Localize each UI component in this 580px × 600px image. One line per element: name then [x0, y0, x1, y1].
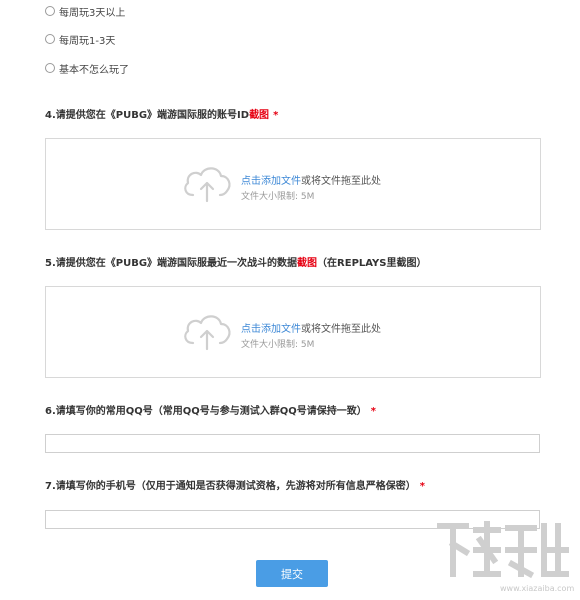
file-size-limit: 文件大小限制: 5M — [241, 340, 315, 350]
radio-option-3plus-days[interactable]: 每周玩3天以上 — [45, 4, 126, 19]
question-7-label: 7.请填写你的手机号（仅用于通知是否获得测试资格，先游将对所有信息严格保密） * — [45, 477, 425, 492]
watermark-logo — [437, 521, 569, 579]
file-size-limit: 文件大小限制: 5M — [241, 192, 315, 202]
radio-button[interactable] — [45, 63, 55, 73]
question-6-text: 6.请填写你的常用QQ号（常用QQ号与参与测试入群QQ号请保持一致） — [45, 406, 367, 417]
radio-label: 每周玩1-3天 — [59, 35, 116, 47]
question-4-text: 4.请提供您在《PUBG》端游国际服的账号ID — [45, 110, 250, 121]
question-6-label: 6.请填写你的常用QQ号（常用QQ号与参与测试入群QQ号请保持一致） * — [45, 402, 376, 417]
question-5-highlight: 截图 — [297, 258, 318, 269]
question-4-label: 4.请提供您在《PUBG》端游国际服的账号ID截图 * — [45, 106, 278, 121]
qq-number-input[interactable] — [45, 434, 540, 453]
question-5-label: 5.请提供您在《PUBG》端游国际服最近一次战斗的数据截图（在REPLAYS里截… — [45, 254, 427, 269]
question-7-text: 7.请填写你的手机号（仅用于通知是否获得测试资格，先游将对所有信息严格保密） — [45, 481, 416, 492]
upload-dropzone-battle-data[interactable]: 点击添加文件或将文件拖至此处 文件大小限制: 5M — [45, 286, 541, 378]
radio-label: 基本不怎么玩了 — [59, 64, 129, 76]
upload-instruction: 点击添加文件或将文件拖至此处 — [241, 172, 381, 187]
watermark-site-url: www.xiazaiba.com — [500, 584, 575, 593]
submit-button[interactable]: 提交 — [256, 560, 328, 587]
radio-button[interactable] — [45, 34, 55, 44]
add-file-link[interactable]: 点击添加文件 — [241, 176, 301, 187]
required-mark: * — [419, 481, 425, 492]
drag-hint: 或将文件拖至此处 — [301, 176, 381, 187]
radio-option-1-3-days[interactable]: 每周玩1-3天 — [45, 32, 116, 47]
radio-option-rarely[interactable]: 基本不怎么玩了 — [45, 61, 129, 76]
upload-dropzone-account-id[interactable]: 点击添加文件或将文件拖至此处 文件大小限制: 5M — [45, 138, 541, 230]
upload-instruction: 点击添加文件或将文件拖至此处 — [241, 320, 381, 335]
cloud-upload-icon — [184, 167, 231, 203]
question-5-text: 5.请提供您在《PUBG》端游国际服最近一次战斗的数据 — [45, 258, 298, 269]
question-4-highlight: 截图 — [249, 110, 270, 121]
required-mark: * — [370, 406, 376, 417]
cloud-upload-icon — [184, 315, 231, 351]
drag-hint: 或将文件拖至此处 — [301, 324, 381, 335]
question-5-suffix: （在REPLAYS里截图） — [317, 258, 427, 269]
add-file-link[interactable]: 点击添加文件 — [241, 324, 301, 335]
radio-button[interactable] — [45, 6, 55, 16]
radio-label: 每周玩3天以上 — [59, 7, 126, 19]
required-mark: * — [273, 110, 279, 121]
